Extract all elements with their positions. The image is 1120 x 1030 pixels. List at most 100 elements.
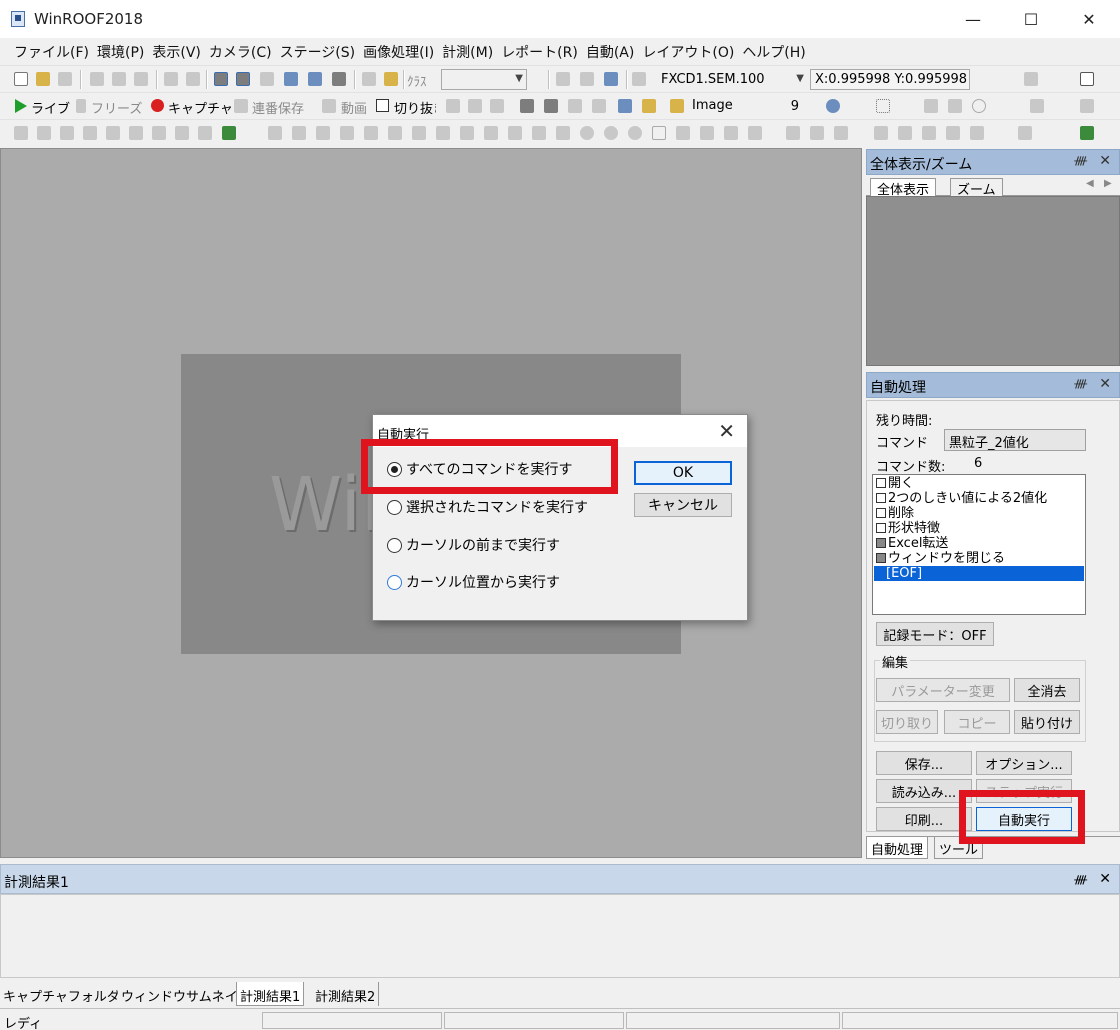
view-mode-icon[interactable] (214, 72, 228, 86)
window-icon[interactable] (642, 99, 656, 113)
window-icon[interactable] (618, 99, 632, 113)
cancel-button[interactable]: キャンセル (634, 493, 732, 517)
tab-results-2[interactable]: 計測結果2 (312, 982, 380, 1006)
circle-icon[interactable] (628, 126, 642, 140)
minimize-button[interactable]: — (944, 0, 1002, 38)
list-item[interactable]: 2つのしきい値による2値化 (874, 491, 1084, 506)
close-button[interactable]: ✕ (1060, 0, 1118, 38)
menu-help[interactable]: ヘルプ(H) (740, 42, 811, 62)
maximize-button[interactable]: ☐ (1002, 0, 1060, 38)
menu-view[interactable]: 表示(V) (150, 42, 207, 62)
line-measure-icon[interactable] (436, 126, 450, 140)
options-button[interactable]: オプション... (976, 751, 1072, 775)
menu-report[interactable]: レポート(R) (499, 42, 584, 62)
line-measure-icon[interactable] (292, 126, 306, 140)
print-button[interactable]: 印刷... (876, 807, 972, 831)
image-number-stepper[interactable]: 9 (770, 96, 824, 117)
polygon-icon[interactable] (676, 126, 690, 140)
measure-tool-icon[interactable] (60, 126, 74, 140)
movie-button[interactable]: 動画 (341, 98, 367, 117)
tab-zoom[interactable]: ズーム (950, 178, 1003, 198)
settings-icon[interactable] (544, 99, 558, 113)
measure-tool-icon[interactable] (83, 126, 97, 140)
save-button[interactable]: 保存... (876, 751, 972, 775)
paste-button[interactable]: 貼り付け (1014, 710, 1080, 734)
dialog-close-icon[interactable]: ✕ (718, 419, 735, 443)
new-file-icon[interactable] (14, 72, 28, 86)
freehand-icon[interactable] (724, 126, 738, 140)
measure-tool-icon[interactable] (198, 126, 212, 140)
menu-image-processing[interactable]: 画像処理(I) (361, 42, 440, 62)
line-measure-icon[interactable] (460, 126, 474, 140)
point-icon[interactable] (484, 126, 498, 140)
layer-icon[interactable] (1080, 99, 1094, 113)
circle-icon[interactable] (580, 126, 594, 140)
close-icon[interactable]: ✕ (1099, 871, 1111, 887)
list-item[interactable]: 形状特徴 (874, 521, 1084, 536)
measure-tool-icon[interactable] (37, 126, 51, 140)
redo-icon[interactable] (186, 72, 200, 86)
channel-icon[interactable] (308, 72, 322, 86)
tab-overview[interactable]: 全体表示 (870, 178, 937, 198)
rect-select-icon[interactable] (876, 99, 890, 113)
measure-tool-icon[interactable] (175, 126, 189, 140)
list-item[interactable]: 開く (874, 476, 1084, 491)
menu-environment[interactable]: 環境(P) (95, 42, 150, 62)
line-measure-icon[interactable] (412, 126, 426, 140)
pause-icon[interactable] (76, 99, 86, 113)
report-icon[interactable] (898, 126, 912, 140)
auto-icon[interactable] (1080, 126, 1094, 140)
pin-icon[interactable]: ᚎ (1074, 873, 1087, 886)
calibration-select[interactable]: FXCD1.SEM.100 ▼ (656, 69, 808, 90)
cross-icon[interactable] (556, 126, 570, 140)
angle-icon[interactable] (532, 126, 546, 140)
close-icon[interactable]: ✕ (1099, 376, 1111, 392)
tab-window-thumbnail[interactable]: ウィンドウサムネイル (118, 982, 255, 1006)
tab-auto-processing[interactable]: 自動処理 (866, 837, 929, 859)
move-icon[interactable] (924, 99, 938, 113)
ellipse-select-icon[interactable] (972, 99, 986, 113)
radio-run-before-cursor[interactable]: カーソルの前まで実行す (387, 535, 560, 555)
grid-icon[interactable] (556, 72, 570, 86)
ok-button[interactable]: OK (634, 461, 732, 485)
angle-icon[interactable] (508, 126, 522, 140)
paste-icon[interactable] (134, 72, 148, 86)
tab-capture-folder[interactable]: キャプチャフォルダー (0, 982, 137, 1006)
measure-tool-icon[interactable] (129, 126, 143, 140)
play-icon[interactable] (15, 99, 27, 113)
pin-icon[interactable]: ᚎ (1074, 377, 1087, 390)
measure-active-icon[interactable] (222, 126, 236, 140)
crop-checkbox[interactable] (376, 99, 389, 112)
live-button[interactable]: ライブ (31, 98, 70, 117)
table-icon[interactable] (834, 126, 848, 140)
polygon-icon[interactable] (700, 126, 714, 140)
menu-camera[interactable]: カメラ(C) (207, 42, 278, 62)
open-folder-icon[interactable] (36, 72, 50, 86)
pin-icon[interactable]: ᚎ (1074, 154, 1087, 167)
tile-icon[interactable] (568, 99, 582, 113)
overlay-icon[interactable] (260, 72, 274, 86)
continuous-save-icon[interactable] (234, 99, 248, 113)
report-icon[interactable] (946, 126, 960, 140)
measure-tool-icon[interactable] (14, 126, 28, 140)
line-measure-icon[interactable] (268, 126, 282, 140)
list-item[interactable]: Excel転送 (874, 536, 1084, 551)
freehand-icon[interactable] (748, 126, 762, 140)
resize-icon[interactable] (948, 99, 962, 113)
view-mode-icon[interactable] (236, 72, 250, 86)
load-button[interactable]: 読み込み... (876, 779, 972, 803)
rect-icon[interactable] (652, 126, 666, 140)
line-measure-icon[interactable] (316, 126, 330, 140)
star-icon[interactable] (1018, 126, 1032, 140)
freeze-button[interactable]: フリーズ (91, 98, 142, 117)
text-icon[interactable] (446, 99, 460, 113)
report-icon[interactable] (922, 126, 936, 140)
ae-icon[interactable] (490, 99, 504, 113)
word-icon[interactable] (468, 99, 482, 113)
circle-icon[interactable] (604, 126, 618, 140)
list-item[interactable]: 削除 (874, 506, 1084, 521)
menu-measure[interactable]: 計測(M) (440, 42, 499, 62)
line-select-icon[interactable] (900, 99, 914, 113)
channel-icon[interactable] (284, 72, 298, 86)
line-measure-icon[interactable] (340, 126, 354, 140)
